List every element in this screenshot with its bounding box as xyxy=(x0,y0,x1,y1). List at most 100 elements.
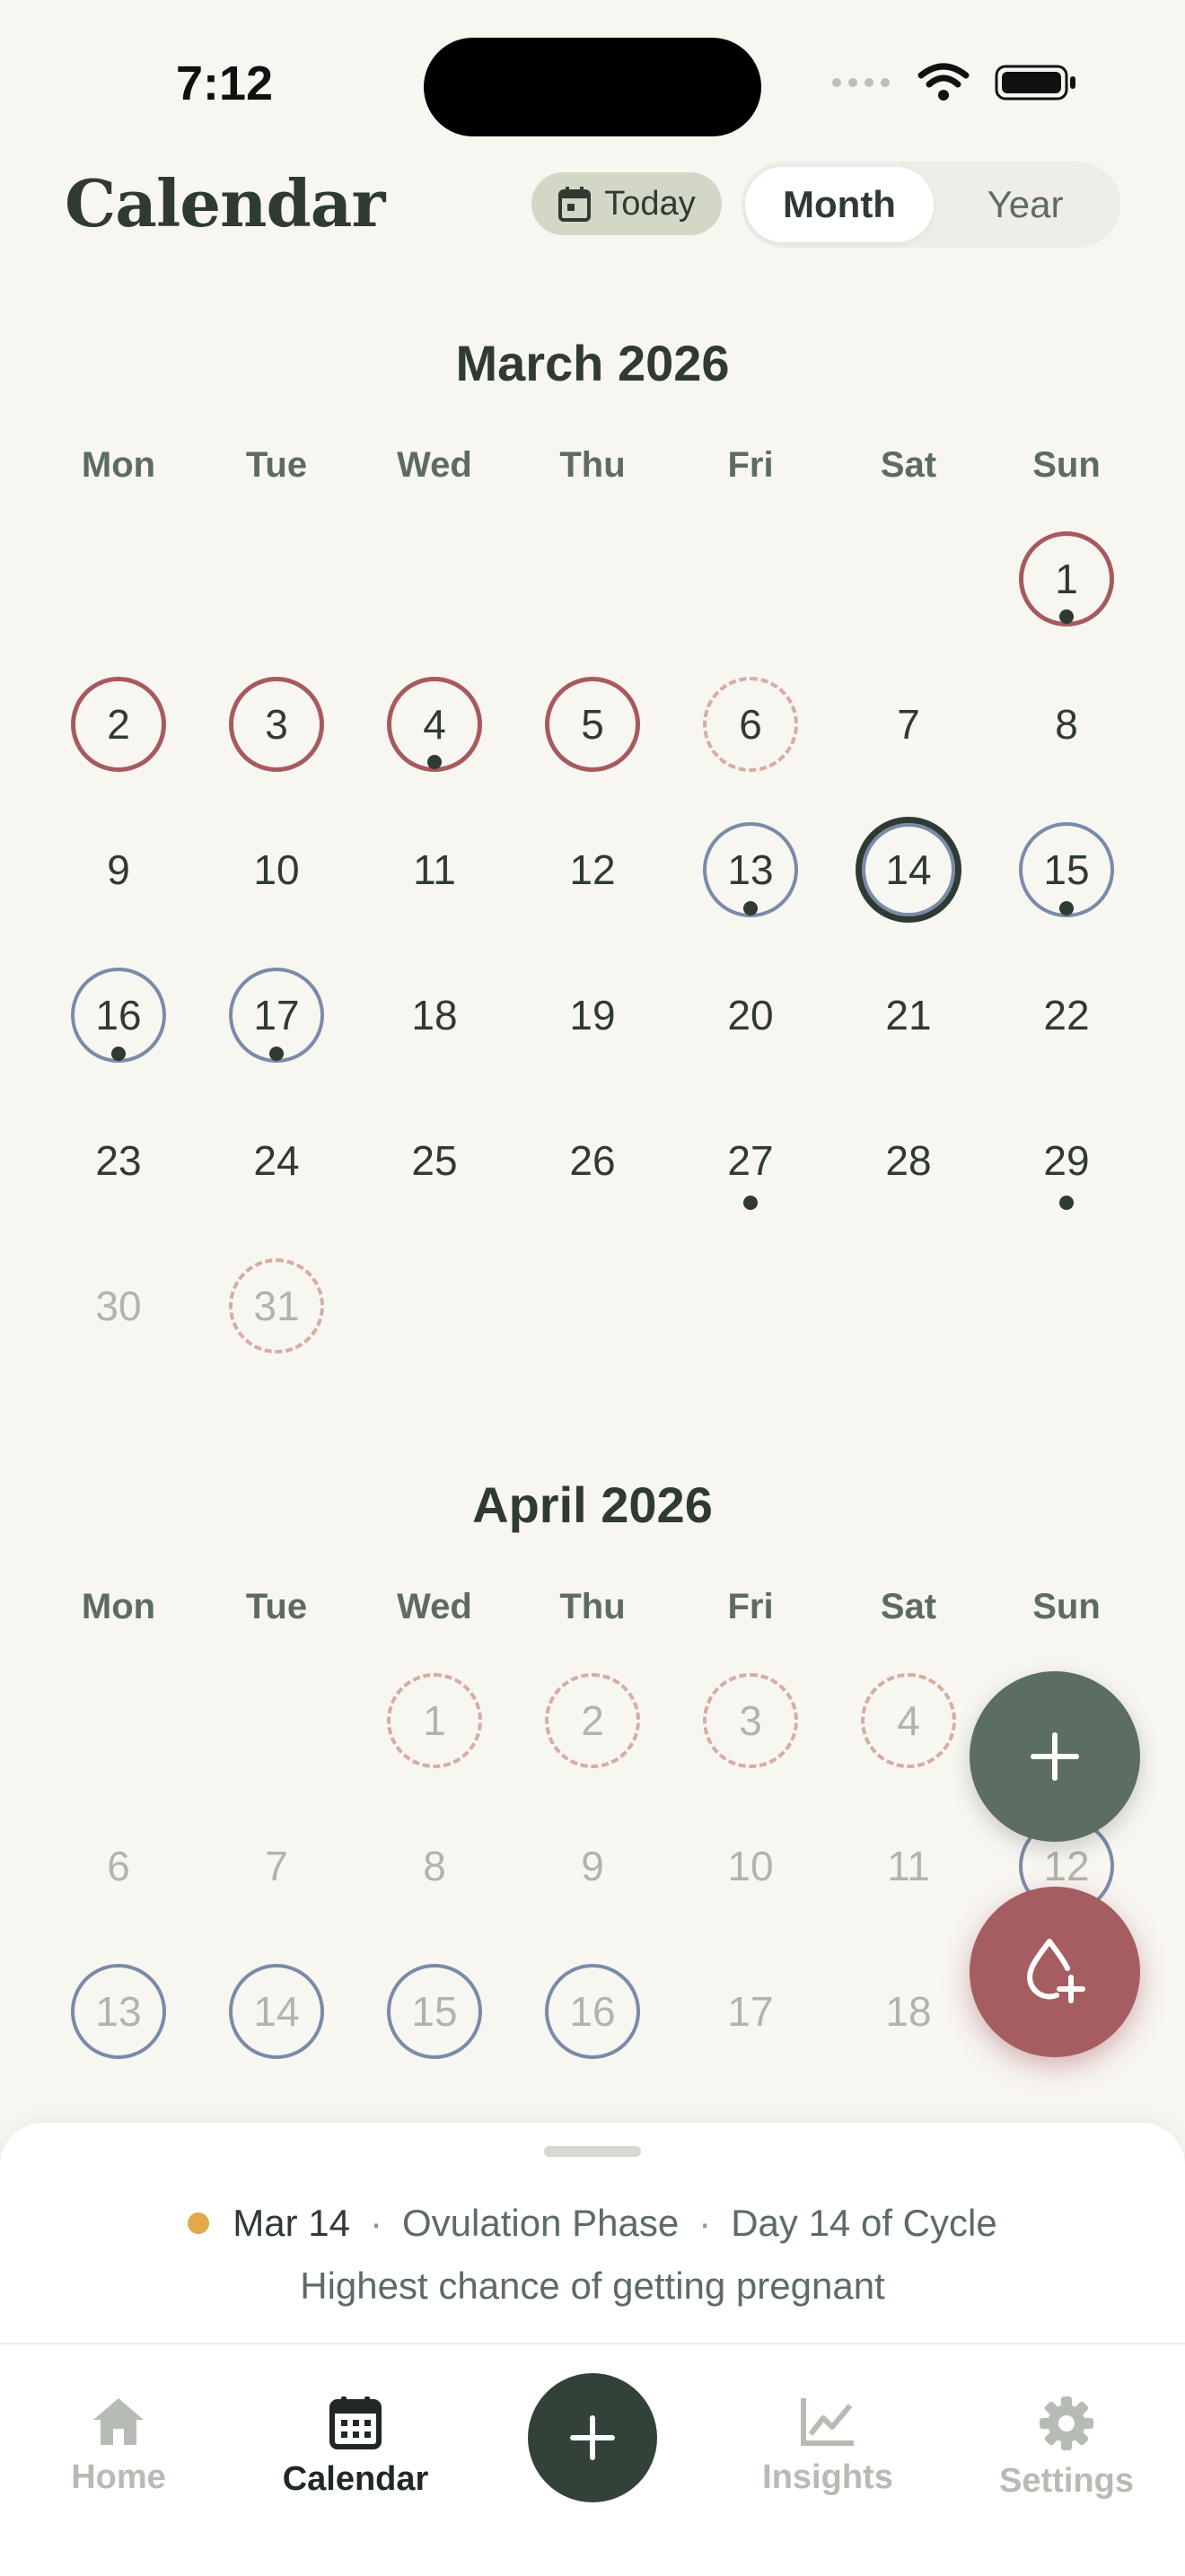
day-number: 30 xyxy=(71,1258,166,1354)
day-cell[interactable]: 4 xyxy=(830,1648,988,1793)
day-number-label: 23 xyxy=(95,1137,142,1184)
empty-day-cell xyxy=(40,506,198,652)
day-number-label: 17 xyxy=(253,992,300,1038)
day-cell[interactable]: 16 xyxy=(40,942,198,1088)
day-number-label: 26 xyxy=(569,1137,616,1184)
day-cell[interactable]: 8 xyxy=(356,1793,514,1939)
day-cell[interactable]: 6 xyxy=(672,652,830,797)
day-cell[interactable]: 28 xyxy=(830,1088,988,1233)
day-number-label: 3 xyxy=(739,1697,762,1744)
day-cell[interactable]: 9 xyxy=(40,797,198,942)
tab-settings[interactable]: Settings xyxy=(968,2395,1165,2501)
tab-home[interactable]: Home xyxy=(20,2395,217,2497)
summary-date: Mar 14 xyxy=(233,2202,351,2244)
day-cell[interactable]: 18 xyxy=(356,942,514,1088)
day-cell[interactable]: 5 xyxy=(514,652,672,797)
add-entry-fab[interactable] xyxy=(970,1671,1140,1842)
day-cell[interactable]: 14 xyxy=(830,797,988,942)
day-cell[interactable]: 19 xyxy=(514,942,672,1088)
day-cell[interactable]: 9 xyxy=(514,1793,672,1939)
day-cell[interactable]: 13 xyxy=(672,797,830,942)
day-cell[interactable]: 13 xyxy=(40,1939,198,2084)
day-number: 19 xyxy=(545,968,640,1063)
day-cell[interactable]: 24 xyxy=(198,1088,356,1233)
empty-day-cell xyxy=(830,506,988,652)
day-cell[interactable]: 29 xyxy=(988,1088,1146,1233)
day-number-label: 18 xyxy=(411,992,458,1038)
log-period-fab[interactable] xyxy=(970,1887,1140,2057)
day-number-label: 22 xyxy=(1043,992,1090,1038)
day-cell[interactable]: 16 xyxy=(514,1939,672,2084)
view-segmented-control: Month Year xyxy=(742,162,1120,248)
weekday-label: Fri xyxy=(727,445,774,485)
sheet-handle[interactable] xyxy=(544,2146,641,2157)
today-marker: 14 xyxy=(856,817,961,923)
day-cell[interactable]: 17 xyxy=(672,1939,830,2084)
day-cell[interactable]: 3 xyxy=(198,652,356,797)
day-number: 10 xyxy=(229,822,324,917)
day-cell[interactable]: 11 xyxy=(830,1793,988,1939)
pred-day-marker: 3 xyxy=(703,1673,798,1768)
tab-insights[interactable]: Insights xyxy=(729,2395,926,2497)
day-cell[interactable]: 22 xyxy=(988,942,1146,1088)
pred-day-marker: 2 xyxy=(545,1673,640,1768)
fertile-day-marker: 16 xyxy=(71,968,166,1063)
day-number-label: 31 xyxy=(253,1283,300,1329)
day-cell[interactable]: 30 xyxy=(40,1233,198,1379)
day-number: 22 xyxy=(1019,968,1114,1063)
header: Calendar Today Month Year xyxy=(0,153,1185,269)
day-cell[interactable]: 15 xyxy=(988,797,1146,942)
day-cell[interactable]: 3 xyxy=(672,1648,830,1793)
day-cell[interactable]: 7 xyxy=(198,1793,356,1939)
day-number: 7 xyxy=(229,1818,324,1914)
day-cell[interactable]: 12 xyxy=(514,797,672,942)
home-icon xyxy=(93,2398,144,2445)
day-cell[interactable]: 27 xyxy=(672,1088,830,1233)
today-label: Today xyxy=(604,184,696,223)
fertile-day-marker: 15 xyxy=(1019,822,1114,917)
day-cell[interactable]: 11 xyxy=(356,797,514,942)
day-number-label: 2 xyxy=(107,701,130,748)
day-cell[interactable]: 2 xyxy=(40,652,198,797)
day-cell[interactable]: 1 xyxy=(988,506,1146,652)
day-cell[interactable]: 17 xyxy=(198,942,356,1088)
pred-day-marker: 4 xyxy=(861,1673,956,1768)
drop-plus-icon xyxy=(1026,1939,1085,2003)
summary-subtitle: Highest chance of getting pregnant xyxy=(300,2265,885,2307)
day-number-label: 10 xyxy=(727,1843,774,1889)
day-cell[interactable]: 31 xyxy=(198,1233,356,1379)
day-cell[interactable]: 6 xyxy=(40,1793,198,1939)
day-cell[interactable]: 8 xyxy=(988,652,1146,797)
day-cell[interactable]: 20 xyxy=(672,942,830,1088)
empty-day-cell xyxy=(356,506,514,652)
day-number-label: 21 xyxy=(885,992,932,1038)
day-cell[interactable]: 4 xyxy=(356,652,514,797)
day-number-label: 3 xyxy=(265,701,288,748)
segment-month[interactable]: Month xyxy=(745,167,934,242)
day-cell[interactable]: 25 xyxy=(356,1088,514,1233)
day-cell[interactable]: 10 xyxy=(672,1793,830,1939)
dynamic-island xyxy=(424,38,761,136)
tab-bar: Home Calendar Insights Settings xyxy=(0,2343,1185,2576)
day-cell[interactable]: 18 xyxy=(830,1939,988,2084)
today-button[interactable]: Today xyxy=(531,172,722,235)
day-cell[interactable]: 14 xyxy=(198,1939,356,2084)
day-cell[interactable]: 7 xyxy=(830,652,988,797)
summary-separator: · xyxy=(370,2202,383,2244)
day-cell[interactable]: 21 xyxy=(830,942,988,1088)
fertile-day-marker: 13 xyxy=(703,822,798,917)
quick-add-button[interactable] xyxy=(528,2373,657,2502)
tab-calendar[interactable]: Calendar xyxy=(257,2395,454,2499)
day-number-label: 10 xyxy=(253,846,300,893)
day-cell[interactable]: 26 xyxy=(514,1088,672,1233)
day-number-label: 24 xyxy=(253,1137,300,1184)
day-cell[interactable]: 1 xyxy=(356,1648,514,1793)
log-indicator-dot xyxy=(743,1196,758,1210)
fertile-day-marker: 16 xyxy=(545,1964,640,2059)
segment-year[interactable]: Year xyxy=(934,167,1117,242)
day-cell[interactable]: 10 xyxy=(198,797,356,942)
day-cell[interactable]: 23 xyxy=(40,1088,198,1233)
day-number-label: 15 xyxy=(1043,846,1090,893)
day-cell[interactable]: 15 xyxy=(356,1939,514,2084)
day-cell[interactable]: 2 xyxy=(514,1648,672,1793)
